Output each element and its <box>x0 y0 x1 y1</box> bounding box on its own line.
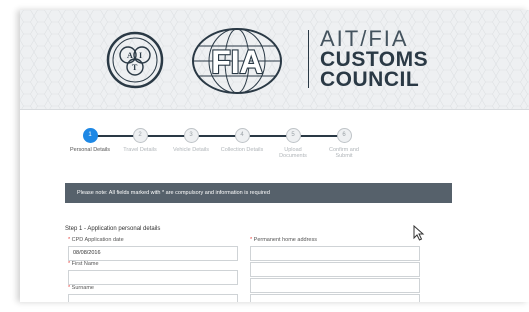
step-5-dot[interactable]: 5 <box>285 128 301 143</box>
first-name-label-text: First Name <box>71 261 99 267</box>
required-mark: * <box>250 237 253 243</box>
brand-line-1: AIT/FIA <box>320 26 409 51</box>
address-line-2-field[interactable] <box>250 262 420 277</box>
required-mark: * <box>68 237 71 243</box>
brand-line-3: COUNCIL <box>320 68 420 91</box>
surname-field[interactable] <box>68 294 238 302</box>
surname-label-text: Surname <box>71 285 94 291</box>
cpd-date-label-text: CPD Application date <box>71 237 124 243</box>
step-2-dot[interactable]: 2 <box>132 128 148 143</box>
address-line-4-field[interactable] <box>250 294 420 302</box>
required-fields-notice: Please note: All fields marked with * ar… <box>65 183 452 203</box>
fia-logo: FIA <box>192 28 282 94</box>
ait-logo: A I T <box>106 31 164 89</box>
step-6-label: Confirm and Submit <box>329 147 359 159</box>
first-name-field[interactable] <box>68 270 238 285</box>
brand-line-2: CUSTOMS <box>320 48 429 71</box>
page-frame: A I T FIA AIT/FIA CUSTOMS COUNCIL 1 Pers… <box>20 10 529 302</box>
section-title: Step 1 - Application personal details <box>65 226 161 232</box>
required-mark: * <box>68 285 71 291</box>
step-confirm-submit[interactable]: 6 Confirm and Submit <box>309 128 379 159</box>
step-1-dot[interactable]: 1 <box>82 128 98 143</box>
address-line-3-field[interactable] <box>250 278 420 293</box>
step-5-label: Upload Documents <box>279 147 307 159</box>
header-banner: A I T FIA AIT/FIA CUSTOMS COUNCIL <box>20 10 529 110</box>
svg-text:FIA: FIA <box>211 44 263 80</box>
address-label: * Permanent home address <box>250 237 317 243</box>
cpd-date-label: * CPD Application date <box>68 237 124 243</box>
step-6-dot[interactable]: 6 <box>336 128 352 143</box>
svg-text:I: I <box>139 51 142 60</box>
logo-divider <box>308 30 309 88</box>
step-4-dot[interactable]: 4 <box>234 128 250 143</box>
brand-title: AIT/FIA CUSTOMS COUNCIL <box>320 26 450 91</box>
surname-label: * Surname <box>68 285 94 291</box>
address-line-1-field[interactable] <box>250 246 420 261</box>
address-label-text: Permanent home address <box>253 237 317 243</box>
required-mark: * <box>68 261 71 267</box>
svg-text:T: T <box>132 63 138 72</box>
cpd-date-field[interactable]: 08/08/2016 <box>68 246 238 261</box>
first-name-label: * First Name <box>68 261 99 267</box>
progress-steps: 1 Personal Details 2 Travel Details 3 Ve… <box>65 128 405 168</box>
svg-text:A: A <box>127 51 133 60</box>
step-3-dot[interactable]: 3 <box>183 128 199 143</box>
mouse-pointer-icon <box>413 225 425 241</box>
